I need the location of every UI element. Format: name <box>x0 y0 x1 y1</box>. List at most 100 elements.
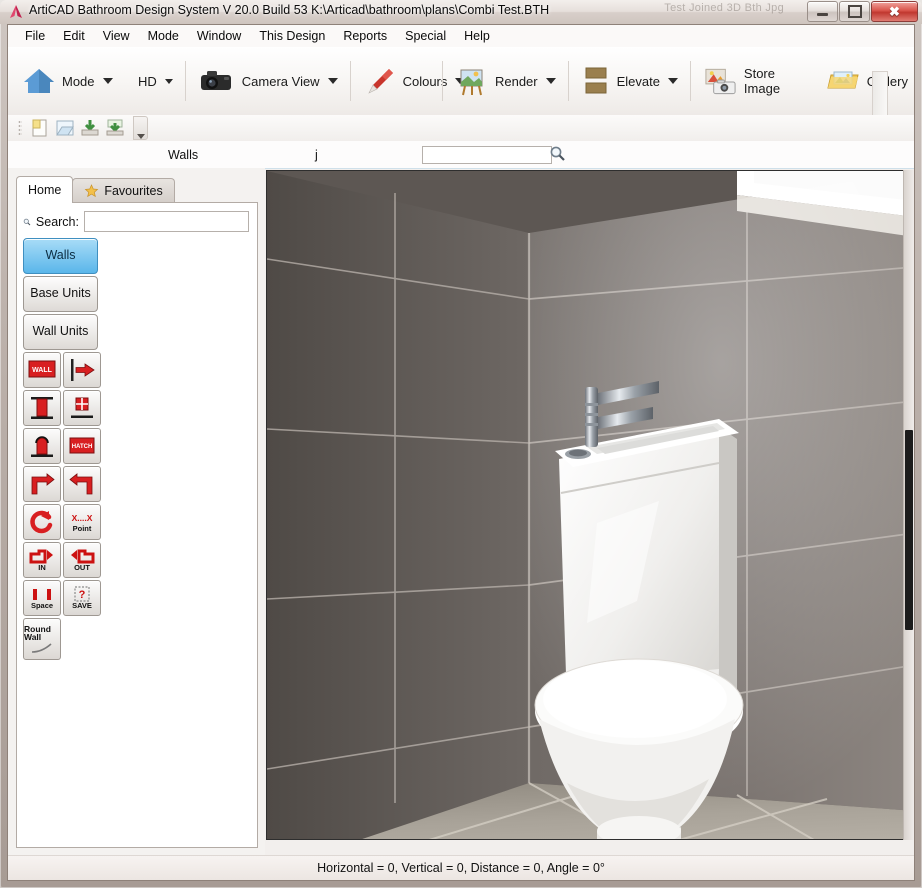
application-window: ArtiCAD Bathroom Design System V 20.0 Bu… <box>0 0 922 888</box>
category-button-base-units[interactable]: Base Units <box>23 276 98 312</box>
arch-door-tool[interactable] <box>23 428 61 464</box>
space-tool-label: Space <box>30 600 54 610</box>
point-tool[interactable]: X....X Point <box>63 504 101 540</box>
hatch-tool[interactable]: HATCH <box>63 428 101 464</box>
magnifier-icon[interactable] <box>549 145 566 162</box>
chevron-down-icon[interactable] <box>545 78 556 84</box>
toolbar-elevate-button[interactable]: Elevate <box>575 64 684 98</box>
catalog-search-input[interactable] <box>422 146 552 164</box>
toolbar-render-label: Render <box>494 73 538 89</box>
toolbar-mode-label: Mode <box>62 73 95 89</box>
menu-window[interactable]: Window <box>188 27 250 45</box>
star-icon <box>85 184 99 198</box>
toolbar-camera-view-button[interactable]: Camera View <box>192 67 344 95</box>
open-document-icon[interactable] <box>54 118 76 138</box>
menu-bar: File Edit View Mode Window This Design R… <box>8 25 914 47</box>
menu-reports[interactable]: Reports <box>334 27 396 45</box>
catalog-subcategory-label[interactable]: j <box>315 148 318 162</box>
catalog-panel-search-input[interactable] <box>84 211 249 232</box>
toolbar-divider <box>689 61 691 101</box>
menu-file[interactable]: File <box>16 27 54 45</box>
toolbar-store-image-button[interactable]: Store Image <box>697 65 819 97</box>
toolbar-hd-label: HD <box>138 73 157 89</box>
wall-end-arrow-tool[interactable] <box>63 352 101 388</box>
chevron-down-icon[interactable] <box>667 78 678 84</box>
wall-tool[interactable]: WALL <box>23 352 61 388</box>
toolbar-mode-button[interactable]: Mode <box>16 66 119 96</box>
status-bar: Horizontal = 0, Vertical = 0, Distance =… <box>8 855 914 880</box>
category-button-walls[interactable]: Walls <box>23 238 98 274</box>
catalog-category-label[interactable]: Walls <box>168 148 198 162</box>
menu-help[interactable]: Help <box>455 27 499 45</box>
wall-out-tool[interactable]: OUT <box>63 542 101 578</box>
toolbar-divider <box>184 61 186 101</box>
svg-text:WALL: WALL <box>32 367 53 374</box>
toolbar-gallery-button[interactable]: Gallery <box>819 66 914 96</box>
tab-favourites[interactable]: Favourites <box>72 178 175 203</box>
save-as-document-icon[interactable] <box>104 118 126 138</box>
save-document-icon[interactable] <box>79 118 101 138</box>
window-controls: ✖ <box>806 1 918 22</box>
minimize-button[interactable] <box>807 1 838 22</box>
toolbar-hd-button[interactable]: HD <box>132 74 179 89</box>
photo-camera-icon <box>705 68 736 95</box>
quick-toolbar-overflow-button[interactable] <box>133 116 148 140</box>
wall-out-label: OUT <box>74 563 90 573</box>
category-button-wall-units[interactable]: Wall Units <box>23 314 98 350</box>
wall-tool-grid: WALL HATCH X....X Point IN OUT Space ? S… <box>17 352 103 660</box>
chevron-down-icon[interactable] <box>164 78 173 84</box>
house-icon <box>24 69 54 93</box>
status-coordinates: Horizontal = 0, Vertical = 0, Distance =… <box>317 861 605 875</box>
menu-special[interactable]: Special <box>396 27 455 45</box>
chevron-down-icon[interactable] <box>102 78 113 84</box>
door-tool[interactable] <box>23 390 61 426</box>
round-wall-tool[interactable]: Round Wall <box>23 618 61 660</box>
quick-access-toolbar <box>8 115 914 142</box>
corner-left-tool[interactable] <box>63 466 101 502</box>
tool-row: IN OUT <box>23 542 103 578</box>
3d-render-view[interactable] <box>266 170 914 840</box>
wall-in-label: IN <box>38 563 46 573</box>
magnifier-icon[interactable] <box>23 215 31 229</box>
new-document-icon[interactable] <box>29 118 51 138</box>
rotate-tool[interactable] <box>23 504 61 540</box>
tool-row: X....X Point <box>23 504 103 540</box>
toolbar-elevate-label: Elevate <box>616 73 660 89</box>
tool-row: WALL <box>23 352 103 388</box>
paintbrush-icon <box>367 69 393 94</box>
corner-right-tool[interactable] <box>23 466 61 502</box>
toolbar-store-image-label: Store Image <box>743 66 781 96</box>
minimize-icon <box>817 13 828 16</box>
catalog-tabs: Home Favourites <box>16 176 175 203</box>
menu-view[interactable]: View <box>94 27 139 45</box>
catalog-panel-body: Search: Walls Base Units Wall Units WALL… <box>16 202 258 848</box>
toolbar-grip[interactable] <box>18 120 22 136</box>
window-tool[interactable] <box>63 390 101 426</box>
close-button[interactable]: ✖ <box>871 1 918 22</box>
save-wall-tool[interactable]: ? SAVE <box>63 580 101 616</box>
maximize-button[interactable] <box>839 1 870 22</box>
toolbar-divider <box>349 61 351 101</box>
toolbar-render-button[interactable]: Render <box>449 65 562 97</box>
viewport-scrollbar[interactable] <box>903 170 914 840</box>
window-title: ArtiCAD Bathroom Design System V 20.0 Bu… <box>29 3 550 17</box>
chevron-down-icon <box>136 134 145 139</box>
window-ghost-title: Test Joined 3D Bth Jpg <box>664 2 784 14</box>
close-icon: ✖ <box>889 4 900 19</box>
wall-in-tool[interactable]: IN <box>23 542 61 578</box>
catalog-search-label: Search: <box>35 214 79 229</box>
two-bricks-icon <box>585 67 607 94</box>
space-tool[interactable]: Space <box>23 580 61 616</box>
folder-pictures-icon <box>827 71 859 89</box>
menu-mode[interactable]: Mode <box>139 27 188 45</box>
catalog-path-bar: Walls j <box>8 141 914 169</box>
viewport-scrollbar-thumb[interactable] <box>905 430 913 630</box>
catalog-panel: Home Favourites Search: Walls Base Units… <box>8 168 265 856</box>
chevron-down-icon[interactable] <box>327 78 338 84</box>
menu-this-design[interactable]: This Design <box>250 27 334 45</box>
tab-home[interactable]: Home <box>16 176 74 203</box>
menu-edit[interactable]: Edit <box>54 27 94 45</box>
render-scene <box>267 171 914 839</box>
toolbar-camera-view-label: Camera View <box>241 73 320 89</box>
point-tool-label: Point <box>72 524 92 534</box>
